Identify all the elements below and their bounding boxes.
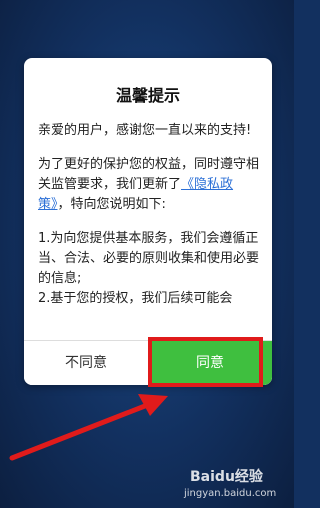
red-arrow-icon	[9, 394, 168, 461]
watermark-brand: Baidu经验	[190, 469, 263, 485]
watermark-url: jingyan.baidu.com	[184, 488, 277, 499]
